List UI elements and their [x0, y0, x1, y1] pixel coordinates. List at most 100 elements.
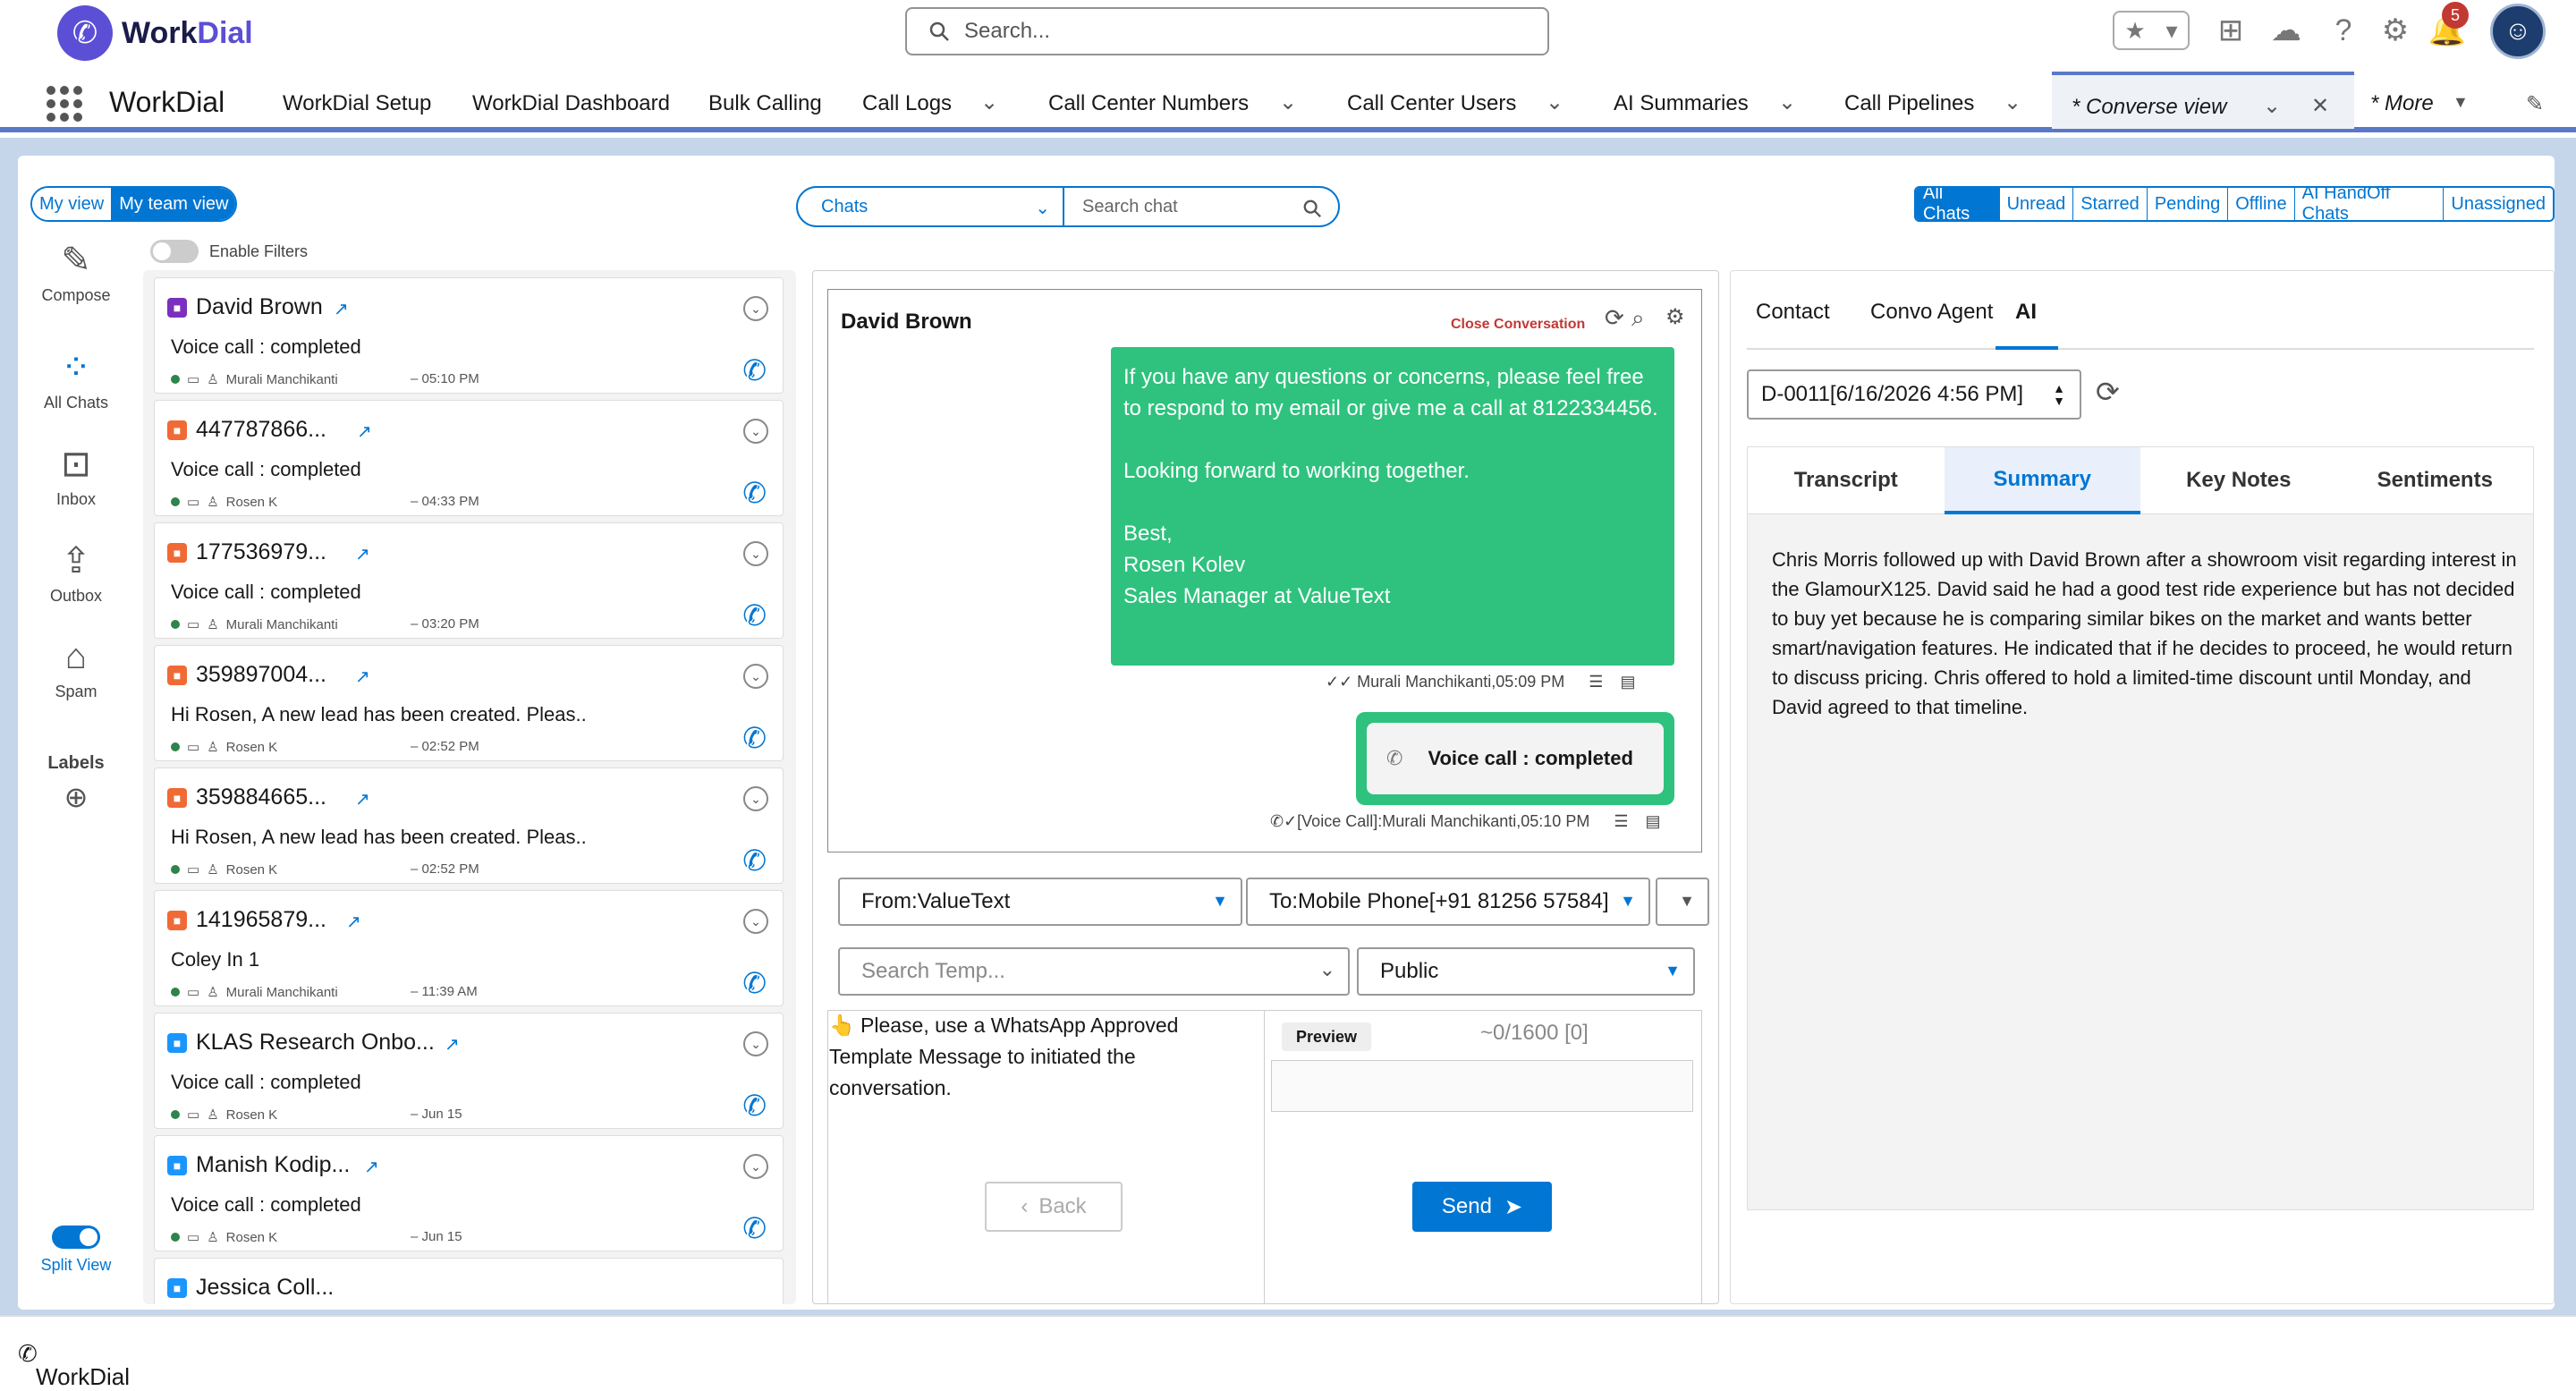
app-launcher-icon[interactable] — [47, 86, 82, 122]
call-phone-icon[interactable]: ✆ — [742, 598, 767, 632]
template-search-select[interactable]: Search Temp... ⌄ — [838, 947, 1350, 996]
tab-pending[interactable]: Pending — [2147, 188, 2229, 220]
chevron-down-icon[interactable]: ⌄ — [980, 89, 998, 115]
tab-starred[interactable]: Starred — [2073, 188, 2148, 220]
pin-icon[interactable]: ↗ — [355, 543, 370, 565]
list-icon[interactable]: ☰ — [1614, 812, 1628, 830]
call-phone-icon[interactable]: ✆ — [742, 476, 767, 510]
nav-item-bulk-calling[interactable]: Bulk Calling — [708, 91, 822, 116]
gear-icon[interactable]: ⚙ — [2376, 11, 2415, 50]
tab-sentiments[interactable]: Sentiments — [2336, 447, 2533, 514]
tab-contact[interactable]: Contact — [1756, 300, 1830, 325]
nav-item-call-logs[interactable]: Call Logs — [862, 91, 952, 116]
chevron-down-icon[interactable]: ⌄ — [1546, 89, 1563, 115]
my-team-view-button[interactable]: My team view — [112, 188, 236, 220]
tab-all-chats[interactable]: All Chats — [1916, 188, 2000, 220]
call-phone-icon[interactable]: ✆ — [742, 966, 767, 1000]
chat-list-item[interactable]: ■ 359897004... ↗ ⌄ Hi Rosen, A new lead has … — [154, 645, 784, 761]
nav-item-call-center-users[interactable]: Call Center Users — [1347, 91, 1516, 116]
pin-icon[interactable]: ↗ — [334, 298, 349, 320]
all-chats-button[interactable]: ⁘ All Chats — [36, 347, 116, 412]
tab-convo-agent[interactable]: Convo Agent — [1870, 300, 1993, 325]
inbox-button[interactable]: ⊡ Inbox — [36, 444, 116, 509]
global-search-input[interactable]: Search... — [905, 7, 1549, 55]
pin-icon[interactable]: ↗ — [445, 1033, 460, 1056]
call-phone-icon[interactable]: ✆ — [742, 844, 767, 878]
chat-list-item[interactable]: ■ 359884665... ↗ ⌄ Hi Rosen, A new lead has … — [154, 768, 784, 884]
nav-item-ai-summaries[interactable]: AI Summaries — [1614, 91, 1749, 116]
favorites-button[interactable]: ★ ▾ — [2113, 11, 2190, 50]
tab-transcript[interactable]: Transcript — [1748, 447, 1945, 514]
chevron-down-icon[interactable]: ▼ — [2453, 93, 2469, 112]
chevron-down-icon[interactable]: ⌄ — [743, 541, 768, 566]
chevron-down-icon[interactable]: ⌄ — [743, 909, 768, 934]
search-icon[interactable]: ⌕ — [1631, 304, 1645, 333]
avatar[interactable]: ☺ — [2490, 4, 2546, 59]
tab-ai-handoff[interactable]: AI HandOff Chats — [2294, 188, 2445, 220]
pin-icon[interactable]: ↗ — [355, 788, 370, 810]
to-select[interactable]: To:Mobile Phone[+91 81256 57584] ▼ — [1246, 878, 1650, 926]
edit-pencil-icon[interactable]: ✎ — [2526, 91, 2544, 117]
preview-label[interactable]: Preview — [1282, 1022, 1371, 1051]
pin-icon[interactable]: ↗ — [355, 666, 370, 688]
tab-ai[interactable]: AI — [2015, 300, 2037, 325]
chat-list-item[interactable]: ■ Manish Kodip... ↗ ⌄ Voice call : completed… — [154, 1135, 784, 1251]
chevron-down-icon[interactable]: ⌄ — [743, 664, 768, 689]
chat-search-input[interactable]: Search chat — [1063, 186, 1340, 227]
chevron-down-icon[interactable]: ⌄ — [743, 1031, 768, 1056]
nav-more[interactable]: * More — [2370, 91, 2434, 116]
list-icon[interactable]: ☰ — [1589, 673, 1603, 691]
brand-logo[interactable]: ✆ WorkDial — [57, 5, 253, 61]
pin-icon[interactable]: ↗ — [364, 1156, 379, 1178]
chevron-down-icon[interactable]: ⌄ — [743, 1154, 768, 1179]
chat-list-item[interactable]: ■ KLAS Research Onbo... ↗ ⌄ Voice call : com… — [154, 1013, 784, 1129]
my-view-button[interactable]: My view — [32, 188, 113, 220]
chevron-down-icon[interactable]: ⌄ — [2004, 89, 2021, 115]
call-phone-icon[interactable]: ✆ — [742, 1089, 767, 1123]
tab-offline[interactable]: Offline — [2228, 188, 2295, 220]
tab-key-notes[interactable]: Key Notes — [2140, 447, 2337, 514]
chat-list-item[interactable]: ■ 177536979... ↗ ⌄ Voice call : completed ▭ ♙ M… — [154, 522, 784, 639]
tab-summary[interactable]: Summary — [1944, 447, 2140, 514]
split-view-switch[interactable] — [52, 1226, 100, 1249]
nav-item-dashboard[interactable]: WorkDial Dashboard — [472, 91, 670, 116]
outbox-button[interactable]: ⇪ Outbox — [36, 540, 116, 606]
back-button[interactable]: ‹ Back — [985, 1182, 1123, 1232]
close-icon[interactable]: ✕ — [2311, 93, 2329, 119]
chevron-down-icon[interactable]: ⌄ — [2263, 93, 2281, 119]
tab-unassigned[interactable]: Unassigned — [2444, 188, 2553, 220]
nav-item-call-center-numbers[interactable]: Call Center Numbers — [1048, 91, 1249, 116]
chat-list-item[interactable]: ■ 141965879... ↗ ⌄ Coley In 1 ▭ ♙ Murali Manchi… — [154, 890, 784, 1006]
from-select[interactable]: From:ValueText ▼ — [838, 878, 1242, 926]
add-label-icon[interactable]: ⊕ — [36, 780, 116, 814]
chat-type-select[interactable]: Chats ⌄ — [796, 186, 1064, 227]
tab-converse-view[interactable]: * Converse view ⌄ ✕ — [2052, 72, 2354, 129]
note-icon[interactable]: ▤ — [1620, 673, 1635, 691]
refresh-icon[interactable]: ⟳ — [1605, 304, 1624, 332]
nav-item-setup[interactable]: WorkDial Setup — [283, 91, 431, 116]
chat-list-item[interactable]: ■ David Brown ↗ ⌄ Voice call : completed ▭ ♙ Mu… — [154, 277, 784, 394]
call-phone-icon[interactable]: ✆ — [742, 721, 767, 755]
note-icon[interactable]: ▤ — [1646, 812, 1661, 830]
visibility-select[interactable]: Public ▼ — [1357, 947, 1695, 996]
gear-icon[interactable]: ⚙ — [1665, 304, 1685, 330]
chat-list-item[interactable]: ■ Jessica Coll... — [154, 1258, 784, 1304]
more-options-button[interactable]: ▼ — [1656, 878, 1709, 926]
compose-button[interactable]: ✎ Compose — [36, 240, 116, 305]
chevron-down-icon[interactable]: ⌄ — [743, 786, 768, 811]
nav-item-call-pipelines[interactable]: Call Pipelines — [1844, 91, 1974, 116]
session-select[interactable]: D-0011[6/16/2026 4:56 PM] ▲ ▼ — [1747, 369, 2081, 420]
refresh-icon[interactable]: ⟳ — [2096, 375, 2120, 409]
send-button[interactable]: Send ➤ — [1412, 1182, 1552, 1232]
add-icon[interactable]: ⊞ — [2211, 11, 2250, 50]
tab-unread[interactable]: Unread — [1999, 188, 2074, 220]
pin-icon[interactable]: ↗ — [346, 911, 361, 933]
utility-workdial[interactable]: ✆ WorkDial — [18, 1340, 130, 1390]
chevron-down-icon[interactable]: ⌄ — [743, 296, 768, 321]
chevron-down-icon[interactable]: ⌄ — [1778, 89, 1796, 115]
enable-filters-toggle[interactable] — [150, 240, 199, 263]
help-icon[interactable]: ? — [2324, 11, 2363, 50]
pin-icon[interactable]: ↗ — [357, 420, 372, 443]
spam-button[interactable]: ⌂ Spam — [36, 637, 116, 701]
close-conversation-button[interactable]: Close Conversation — [1451, 317, 1585, 333]
